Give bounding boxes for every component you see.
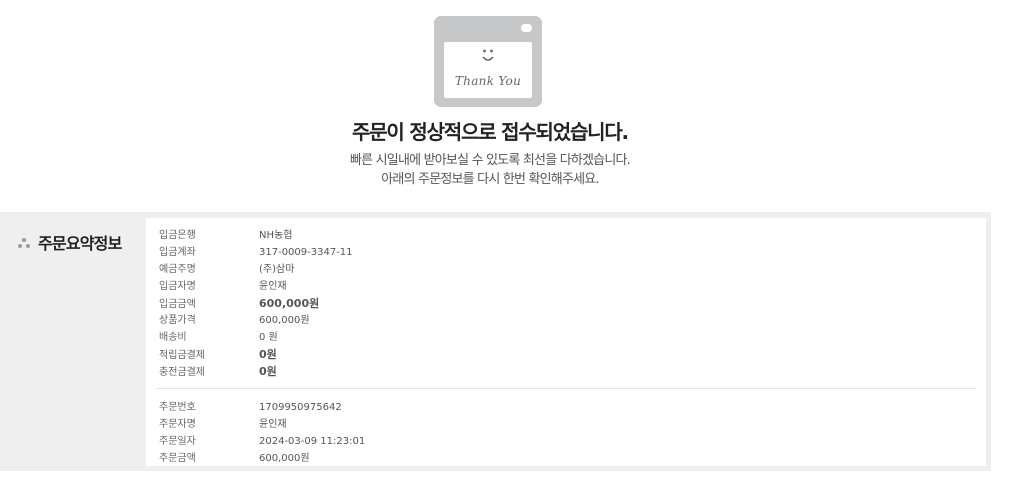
info-value: 600,000원 [259,315,310,326]
info-value: 317-0009-3347-11 [259,247,353,258]
subtitle-line-1: 빠른 시일내에 받아보실 수 있도록 최선을 다하겠습니다. [349,153,631,168]
info-label: 주문번호 [159,402,196,413]
info-value: 0 원 [259,332,278,343]
info-label: 입금은행 [159,230,196,241]
info-label: 충전금결제 [159,367,205,378]
order-info-list: 주문번호 1709950975642 주문자명 윤인재주문일자 2024-03-09 1… [159,399,365,467]
info-value: 1709950975642 [259,402,342,413]
info-label: 입금계좌 [159,247,196,258]
info-value: (주)삼마 [259,264,295,275]
info-label: 주문금액 [159,453,196,464]
info-label: 예금주명 [159,264,196,275]
info-label: 적립금결제 [159,350,205,361]
info-label: 입금금액 [159,299,196,310]
thank-you-illustration: Thank You [434,16,542,107]
info-row: 예금주명 (주)삼마 [159,261,353,278]
info-row: 주문금액 600,000원 [159,450,365,467]
info-label: 배송비 [159,332,187,343]
summary-heading: 주문요약정보 [18,230,122,254]
info-value: NH농협 [259,230,293,241]
divider [156,388,976,389]
order-confirmation-hero: Thank You 주문이 정상적으로 접수되었습니다. 빠른 시일내에 받아보… [0,0,1016,200]
summary-panel: 입금은행 NH농협입금계좌 317-0009-3347-11 예금주명 (주)삼마입금자… [146,218,986,466]
info-row: 주문번호 1709950975642 [159,399,365,416]
info-row: 상품가격 600,000원 [159,312,353,329]
smile-icon [482,49,494,61]
info-row: 입금금액 600,000원 [159,295,353,312]
page-title: 주문이 정상적으로 접수되었습니다. [352,120,629,144]
info-value: 600,000원 [259,453,310,464]
info-value: 0원 [259,348,277,361]
info-row: 배송비 0 원 [159,329,353,346]
info-row: 입금계좌 317-0009-3347-11 [159,244,353,261]
info-row: 충전금결제 0원 [159,363,353,380]
payment-info-list: 입금은행 NH농협입금계좌 317-0009-3347-11 예금주명 (주)삼마입금자… [159,227,353,380]
thank-you-text: Thank You [454,74,522,88]
thank-you-card: Thank You [444,42,532,98]
info-label: 주문자명 [159,419,196,430]
info-label: 입금자명 [159,281,196,292]
info-value: 0원 [259,365,277,378]
info-value: 윤인재 [259,281,287,292]
subtitle-line-2: 아래의 주문정보를 다시 한번 확인해주세요. [381,172,599,187]
summary-title-text: 주문요약정보 [38,234,122,253]
info-value: 2024-03-09 11:23:01 [259,436,366,447]
info-row: 입금은행 NH농협 [159,227,353,244]
info-row: 주문일자 2024-03-09 11:23:01 [159,433,365,450]
window-dot [521,24,532,32]
order-summary-section: 주문요약정보 입금은행 NH농협입금계좌 317-0009-3347-11 예금주명 (… [0,212,991,471]
info-label: 상품가격 [159,315,196,326]
info-value: 윤인재 [259,419,287,430]
info-value: 600,000원 [259,297,320,310]
info-row: 적립금결제 0원 [159,346,353,363]
info-row: 주문자명 윤인재 [159,416,365,433]
bullet-dots-icon [18,236,32,250]
info-label: 주문일자 [159,436,196,447]
info-row: 입금자명 윤인재 [159,278,353,295]
